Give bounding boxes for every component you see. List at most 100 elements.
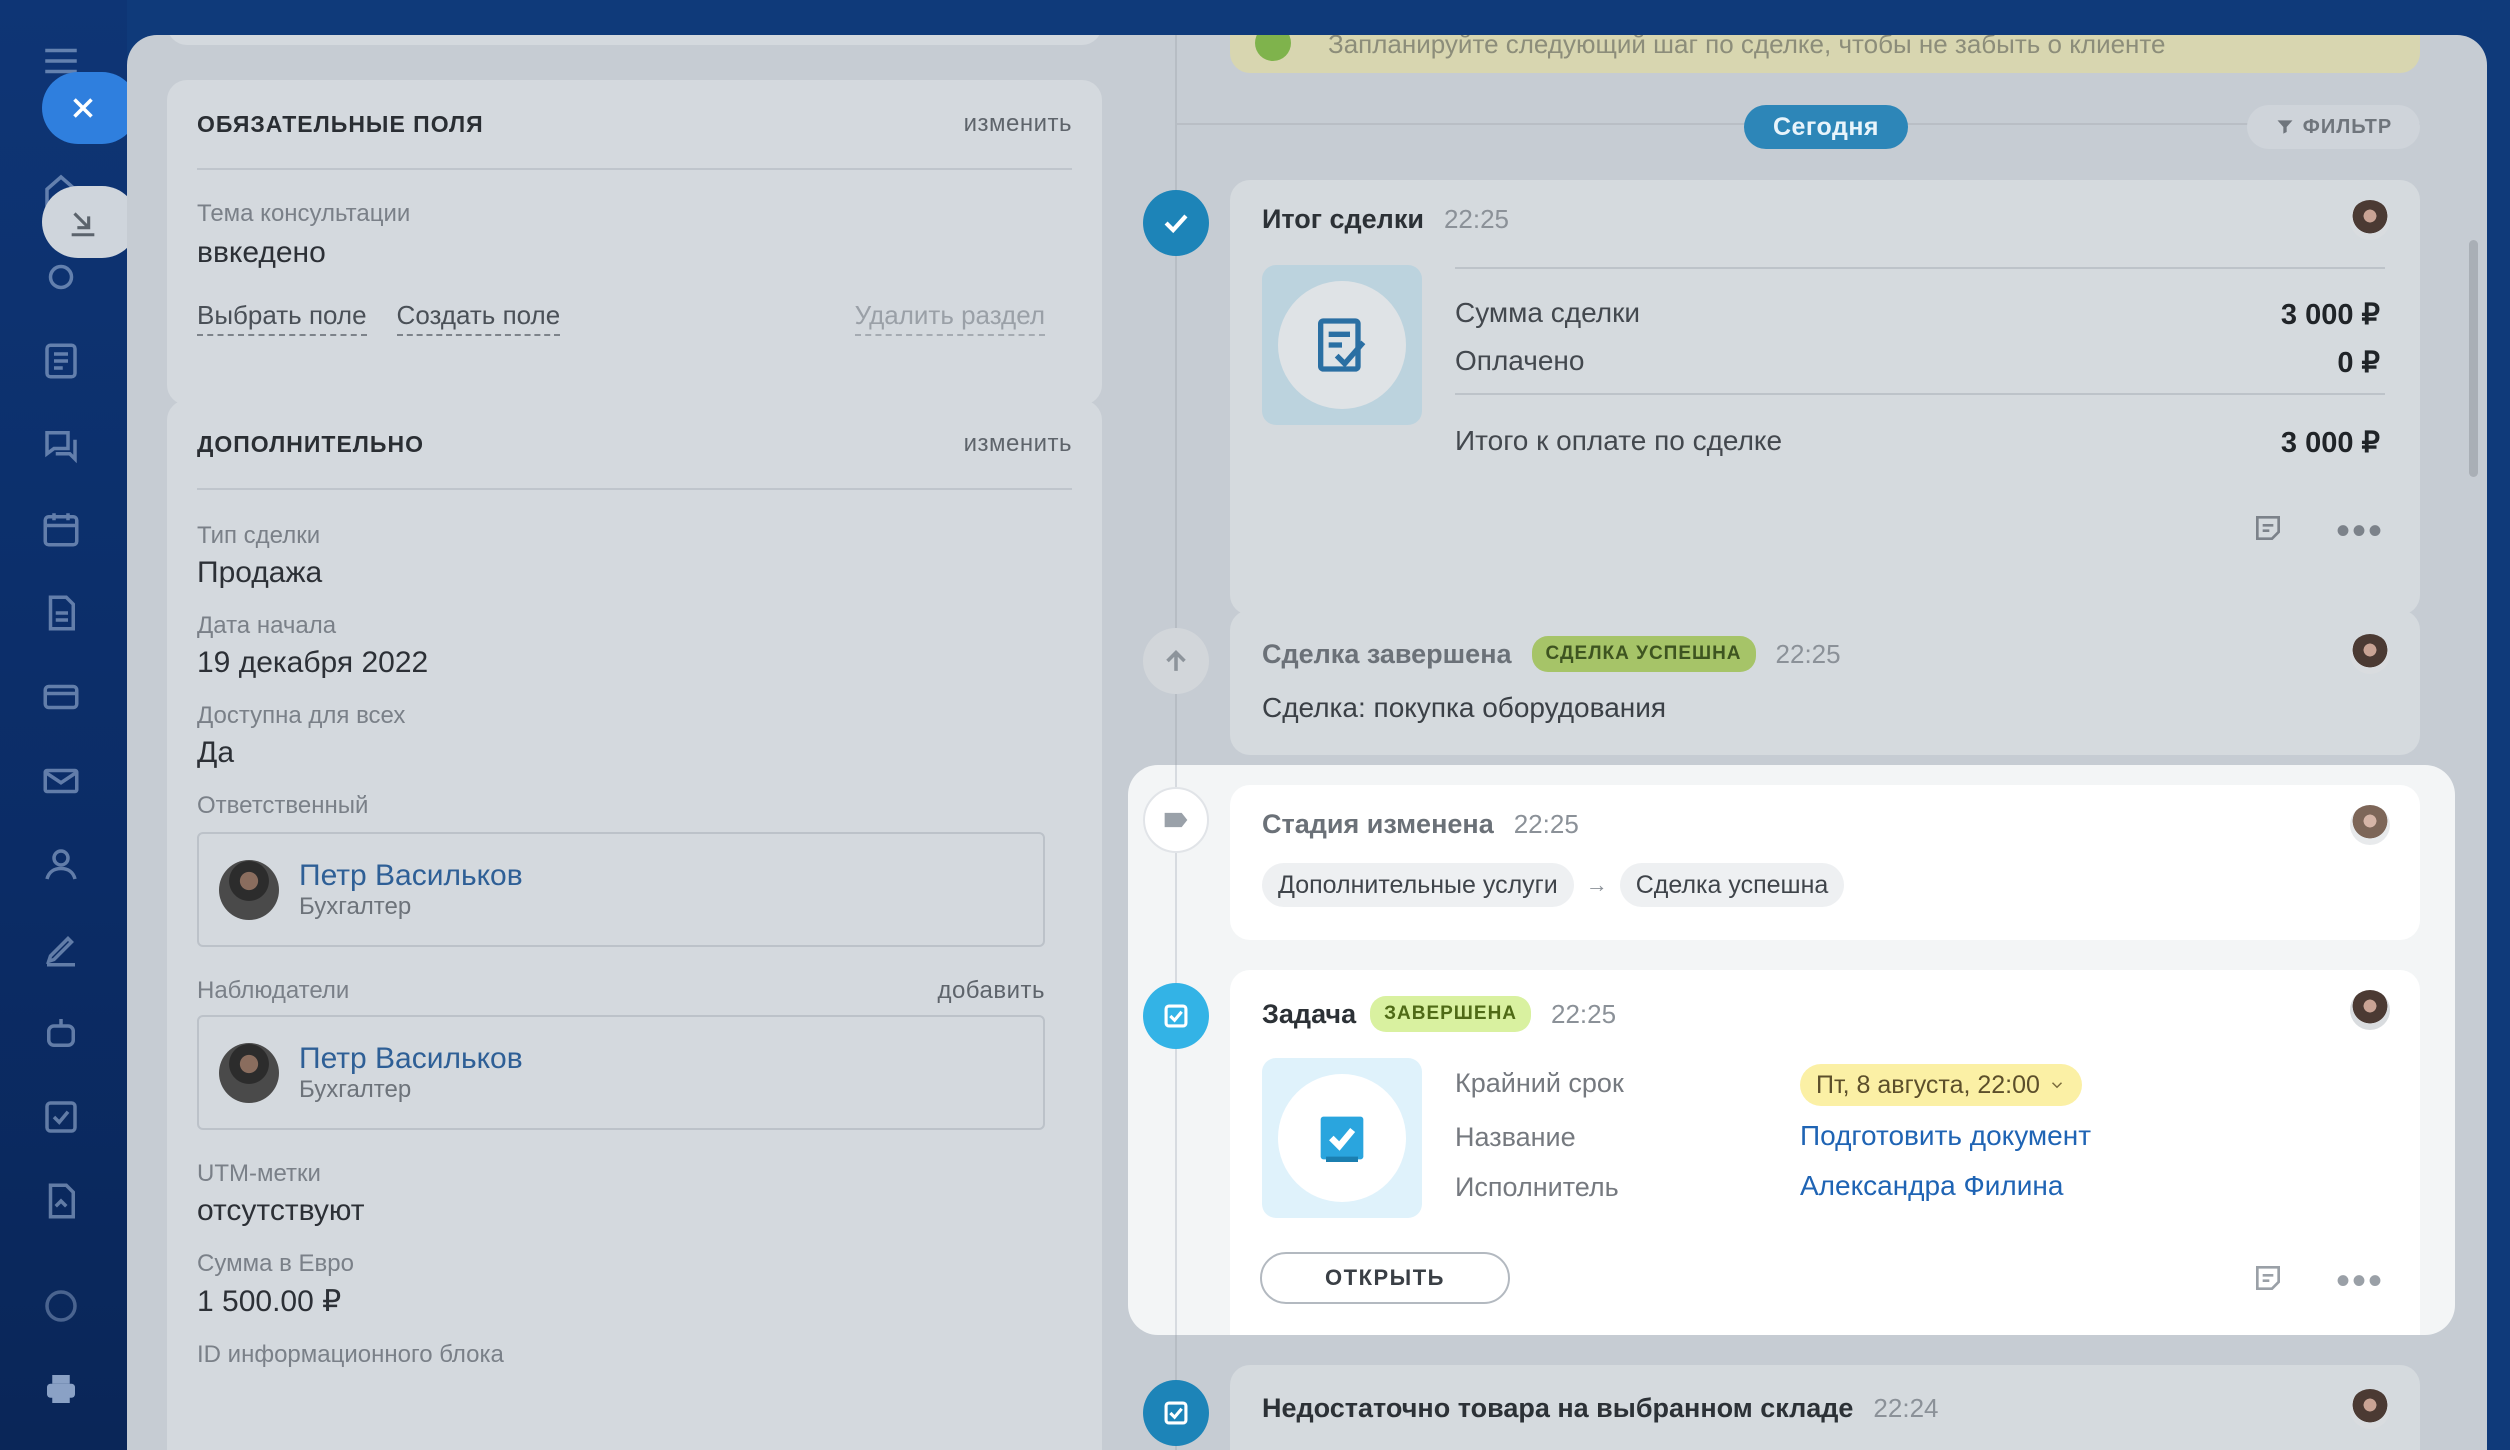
card-title: ДОПОЛНИТЕЛЬНО xyxy=(197,430,424,457)
checkmark-icon xyxy=(1143,190,1209,256)
field-label: Тема консультации xyxy=(197,200,411,227)
card-header: ДОПОЛНИТЕЛЬНО изменить xyxy=(197,400,1072,490)
deal-description: Сделка: покупка оборудования xyxy=(1262,692,1667,723)
arrow-right-icon: → xyxy=(1585,872,1608,897)
collapse-icon xyxy=(71,212,95,237)
paid-label: Оплачено xyxy=(1455,345,1585,376)
item-time: 22:25 xyxy=(1513,809,1579,839)
card-header: ОБЯЗАТЕЛЬНЫЕ ПОЛЯ изменить xyxy=(197,80,1072,170)
tasks-icon[interactable] xyxy=(40,1096,82,1138)
person-role: Бухгалтер xyxy=(299,1075,412,1103)
calendar-icon[interactable] xyxy=(40,508,82,550)
add-observer-link[interactable]: добавить xyxy=(937,977,1045,1005)
person-name[interactable]: Петр Васильков xyxy=(299,859,523,893)
field-value: отсутствуют xyxy=(197,1194,365,1227)
field-value: 19 декабря 2022 xyxy=(197,646,429,679)
close-slider-button[interactable] xyxy=(42,72,138,144)
collapse-slider-button[interactable] xyxy=(42,186,138,258)
stage-to-chip: Сделка успешна xyxy=(1619,863,1845,907)
highlighted-timeline-area: Стадия изменена 22:25 Дополнительные усл… xyxy=(1128,765,2455,1335)
task-name-link[interactable]: Подготовить документ xyxy=(1800,1120,2091,1152)
name-label: Название xyxy=(1455,1122,1576,1152)
item-title: Сделка завершена xyxy=(1262,638,1512,669)
assignee-link[interactable]: Александра Филина xyxy=(1800,1170,2063,1202)
assignee-label: Исполнитель xyxy=(1455,1172,1619,1202)
total-label: Итого к оплате по сделке xyxy=(1455,425,1783,456)
filter-label: ФИЛЬТР xyxy=(2302,115,2393,138)
note-icon[interactable] xyxy=(2252,512,2284,549)
field-label: UTM-метки xyxy=(197,1160,321,1187)
printer-icon[interactable] xyxy=(40,1368,82,1410)
item-title: Недостаточно товара на выбранном складе xyxy=(1262,1393,1854,1423)
field-label: Дата начала xyxy=(197,612,337,639)
additional-card: ДОПОЛНИТЕЛЬНО изменить Тип сделки Продаж… xyxy=(167,400,1102,1450)
person-name[interactable]: Петр Васильков xyxy=(299,1042,523,1076)
open-task-button[interactable]: ОТКРЫТЬ xyxy=(1260,1252,1510,1304)
sum-value: 3 000 ₽ xyxy=(2280,299,2380,331)
avatar[interactable] xyxy=(2350,990,2390,1030)
close-icon xyxy=(73,98,93,118)
item-time: 22:25 xyxy=(1775,638,1841,669)
chat-icon[interactable] xyxy=(40,424,82,466)
edit-link[interactable]: изменить xyxy=(964,110,1072,138)
field-value: Да xyxy=(197,736,235,769)
field-value: Продажа xyxy=(197,556,323,589)
avatar[interactable] xyxy=(2350,1389,2390,1429)
sign-icon[interactable] xyxy=(40,928,82,970)
today-label: Сегодня xyxy=(1744,105,1908,149)
chevron-down-icon xyxy=(2051,1082,2062,1089)
item-time: 22:25 xyxy=(1551,998,1617,1029)
field-value: 1 500.00 ₽ xyxy=(197,1285,342,1318)
document-check-icon xyxy=(1262,265,1422,425)
observer-person[interactable]: Петр Васильков Бухгалтер xyxy=(197,1015,1045,1130)
tag-icon xyxy=(1143,787,1209,853)
note-icon[interactable] xyxy=(2252,1262,2284,1299)
responsible-person[interactable]: Петр Васильков Бухгалтер xyxy=(197,832,1045,947)
edit-link[interactable]: изменить xyxy=(964,430,1072,458)
field-label: Сумма в Евро xyxy=(197,1250,354,1277)
previous-card-edge xyxy=(167,35,1102,45)
reports-icon[interactable] xyxy=(40,1180,82,1222)
sum-label: Сумма сделки xyxy=(1455,297,1640,328)
field-value: ввкедено xyxy=(197,236,326,269)
contacts-icon[interactable] xyxy=(40,844,82,886)
task-check-icon xyxy=(1143,983,1209,1049)
stage-from-chip: Дополнительные услуги xyxy=(1262,863,1574,907)
settings-icon[interactable] xyxy=(40,256,82,298)
more-icon[interactable]: ••• xyxy=(2336,1261,2384,1301)
deadline-label: Крайний срок xyxy=(1455,1068,1624,1098)
select-field-link[interactable]: Выбрать поле xyxy=(197,300,367,336)
avatar[interactable] xyxy=(2350,805,2390,845)
filter-icon xyxy=(2277,120,2293,134)
more-icon[interactable]: ••• xyxy=(2336,511,2384,551)
avatar xyxy=(219,859,279,920)
robot-icon[interactable] xyxy=(40,1012,82,1054)
field-label: ID информационного блока xyxy=(197,1341,504,1368)
help-icon[interactable] xyxy=(40,1285,82,1327)
docs-icon[interactable] xyxy=(40,592,82,634)
status-badge: ЗАВЕРШЕНА xyxy=(1370,996,1532,1032)
item-title: Задача xyxy=(1262,998,1357,1029)
filter-button[interactable]: ФИЛЬТР xyxy=(2247,105,2420,149)
avatar[interactable] xyxy=(2350,200,2390,240)
task-check-icon xyxy=(1143,1380,1209,1446)
mail-icon[interactable] xyxy=(40,760,82,802)
field-label: Доступна для всех xyxy=(197,702,406,729)
create-field-link[interactable]: Создать поле xyxy=(396,300,561,336)
task-card: Задача ЗАВЕРШЕНА 22:25 Крайний срок Пт, … xyxy=(1230,970,2420,1335)
card-title: ОБЯЗАТЕЛЬНЫЕ ПОЛЯ xyxy=(197,110,484,137)
deadline-text: Пт, 8 августа, 22:00 xyxy=(1816,1070,2040,1099)
field-label: Ответственный xyxy=(197,792,369,819)
feed-icon[interactable] xyxy=(40,340,82,382)
card-icon[interactable] xyxy=(40,676,82,718)
deadline-value[interactable]: Пт, 8 августа, 22:00 xyxy=(1800,1064,2082,1106)
required-fields-card: ОБЯЗАТЕЛЬНЫЕ ПОЛЯ изменить Тема консульт… xyxy=(167,80,1102,405)
delete-section-link[interactable]: Удалить раздел xyxy=(854,300,1045,336)
avatar[interactable] xyxy=(2350,634,2390,674)
field-label: Тип сделки xyxy=(197,522,321,549)
next-step-notice[interactable]: Запланируйте следующий шаг по сделке, чт… xyxy=(1230,35,2420,73)
stage-changed-card: Стадия изменена 22:25 Дополнительные усл… xyxy=(1230,785,2420,940)
avatar xyxy=(219,1042,279,1103)
scrollbar[interactable] xyxy=(2469,240,2478,477)
deal-result-card: Итог сделки 22:25 Сумма сделки 3 000 ₽ О… xyxy=(1230,180,2420,615)
